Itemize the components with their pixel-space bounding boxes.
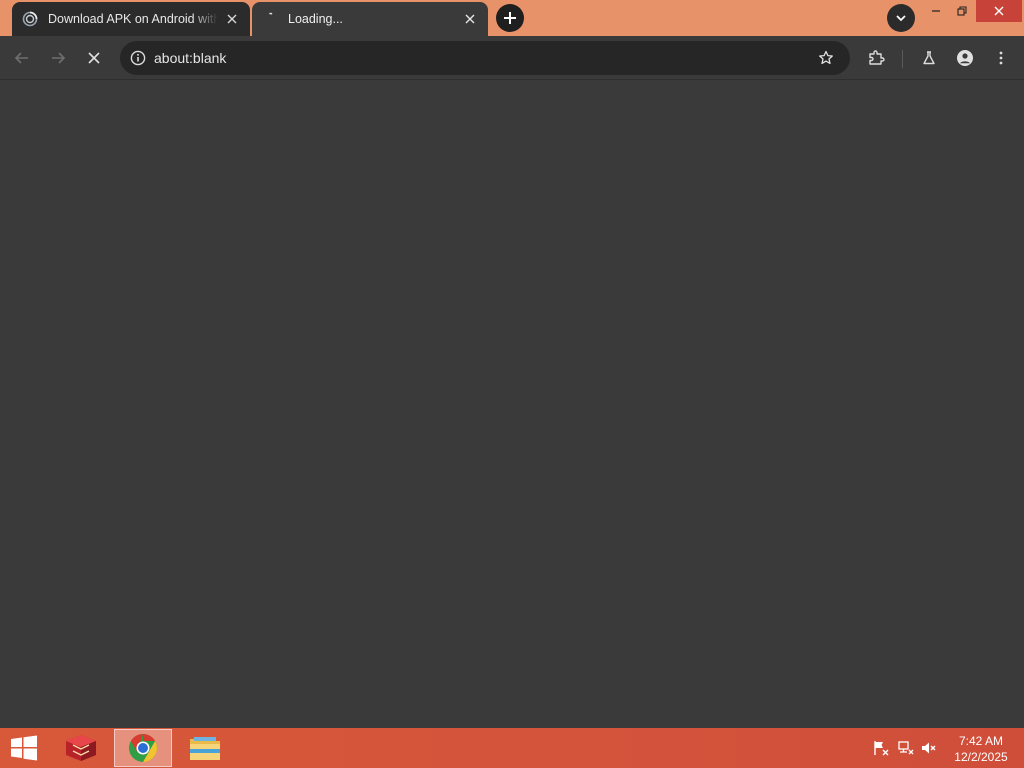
info-icon[interactable] xyxy=(128,48,148,68)
start-button[interactable] xyxy=(6,732,42,764)
stop-loading-button[interactable] xyxy=(80,44,108,72)
arrow-left-icon xyxy=(14,52,28,64)
file-explorer-icon xyxy=(190,737,220,760)
chevron-down-icon xyxy=(896,15,906,22)
bookmark-star-icon[interactable] xyxy=(812,44,840,72)
browser-toolbar: about:blank xyxy=(0,36,1024,80)
restore-button[interactable] xyxy=(946,0,978,22)
action-center-flag-icon[interactable] xyxy=(872,740,890,756)
tab-search-button[interactable] xyxy=(887,4,915,32)
close-icon xyxy=(88,52,100,64)
network-icon[interactable] xyxy=(897,740,915,756)
clock-date: 12/2/2025 xyxy=(954,750,1008,764)
restore-icon xyxy=(957,6,967,16)
loading-spinner-icon xyxy=(262,11,278,27)
address-bar[interactable]: about:blank xyxy=(120,41,850,75)
tab-download-apk[interactable]: Download APK on Android with xyxy=(12,2,250,36)
labs-button[interactable] xyxy=(915,44,943,72)
tab-close-icon[interactable] xyxy=(224,11,240,27)
loading-favicon-icon xyxy=(22,11,38,27)
puzzle-icon xyxy=(869,50,885,65)
tab-loading[interactable]: Loading... xyxy=(252,2,488,36)
plus-icon xyxy=(504,12,516,24)
taskbar-chrome[interactable] xyxy=(114,729,172,767)
profile-button[interactable] xyxy=(951,44,979,72)
tab-title: Download APK on Android with xyxy=(48,12,218,26)
more-vert-icon xyxy=(999,51,1003,65)
forward-button[interactable] xyxy=(44,44,72,72)
url-text[interactable]: about:blank xyxy=(154,50,812,66)
taskbar-file-explorer[interactable] xyxy=(176,729,234,767)
volume-muted-icon[interactable] xyxy=(920,740,938,756)
tab-title: Loading... xyxy=(288,12,343,26)
flask-icon xyxy=(923,51,935,65)
tab-strip: Download APK on Android with Loading... xyxy=(0,0,1024,36)
tab-close-icon[interactable] xyxy=(462,11,478,27)
minimize-icon xyxy=(932,10,940,12)
taskbar: 7:42 AM 12/2/2025 xyxy=(0,728,1024,768)
new-tab-button[interactable] xyxy=(496,4,524,32)
chrome-icon xyxy=(129,734,157,762)
close-icon xyxy=(994,6,1004,16)
toolbar-divider xyxy=(902,50,903,68)
game-app-icon xyxy=(66,735,96,761)
account-icon xyxy=(957,50,973,66)
taskbar-game-app[interactable] xyxy=(52,729,110,767)
clock-time: 7:42 AM xyxy=(958,734,1004,748)
windows-logo-icon xyxy=(11,735,37,761)
arrow-right-icon xyxy=(52,52,66,64)
menu-button[interactable] xyxy=(987,44,1015,72)
page-content[interactable] xyxy=(0,80,1024,728)
system-clock[interactable]: 7:42 AM 12/2/2025 xyxy=(948,733,1014,765)
close-window-button[interactable] xyxy=(976,0,1022,22)
back-button[interactable] xyxy=(8,44,36,72)
extensions-button[interactable] xyxy=(862,44,890,72)
